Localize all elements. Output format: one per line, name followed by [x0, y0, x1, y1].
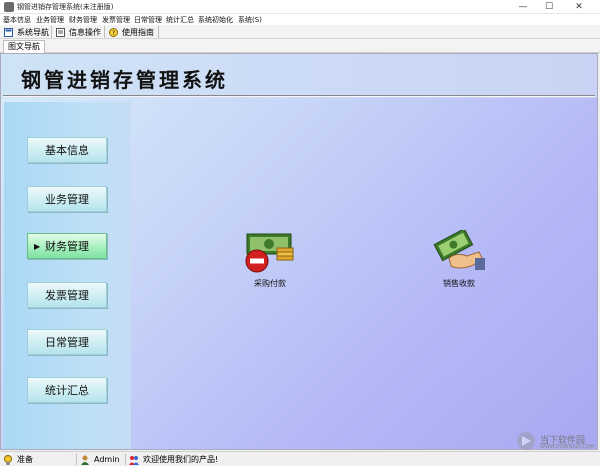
header-band: 钢管进销存管理系统: [1, 54, 597, 98]
user-icon: [80, 455, 90, 465]
status-welcome-text: 欢迎使用我们的产品!: [143, 455, 219, 464]
purchase-payment-label[interactable]: 采购付款: [240, 278, 300, 289]
info-operation-button[interactable]: 信息操作: [56, 26, 101, 38]
menu-item-finance[interactable]: 财务管理: [69, 15, 97, 25]
info-icon: [56, 27, 65, 37]
menu-bar: 基本信息 业务管理 财务管理 发票管理 日常管理 统计汇总 系统初始化 系统(S…: [0, 14, 600, 25]
nav-button-finance-label: 财务管理: [45, 240, 89, 253]
system-navigation-label: 系统导航: [17, 27, 49, 37]
menu-item-system[interactable]: 系统(S): [238, 15, 262, 25]
navigation-icon: [4, 27, 13, 37]
main-content: 钢管进销存管理系统 基本信息 业务管理 ▶ 财务管理 发票管理 日常管理 统计汇…: [0, 53, 598, 450]
user-guide-button[interactable]: ? 使用指南: [109, 26, 154, 38]
status-user-name: Admin: [94, 455, 120, 464]
purchase-payment-item[interactable]: [243, 230, 297, 274]
window-title: 钢管进销存管理系统(未注册版): [17, 3, 114, 11]
toolbar-divider: [51, 26, 52, 38]
minimize-button[interactable]: —: [510, 0, 536, 14]
users-group-icon: [129, 455, 139, 465]
purchase-payment-icon: [245, 233, 294, 273]
header-divider-highlight: [3, 96, 595, 97]
sales-receipt-item[interactable]: [431, 228, 487, 274]
help-icon: ?: [109, 27, 118, 37]
toolbar-divider: [158, 26, 159, 38]
sidebar: 基本信息 业务管理 ▶ 财务管理 发票管理 日常管理 统计汇总: [4, 102, 131, 449]
menu-item-statistics[interactable]: 统计汇总: [166, 15, 194, 25]
status-message: 欢迎使用我们的产品!: [129, 454, 218, 465]
status-divider: [76, 454, 77, 465]
app-icon: [4, 2, 14, 12]
menu-item-init[interactable]: 系统初始化: [198, 15, 233, 25]
active-marker-icon: ▶: [34, 242, 41, 251]
menu-item-basic-info[interactable]: 基本信息: [3, 15, 31, 25]
nav-button-business[interactable]: 业务管理: [27, 186, 107, 212]
status-divider: [125, 454, 126, 465]
status-text: 准备: [17, 455, 33, 464]
svg-text:?: ?: [112, 30, 115, 37]
info-operation-label: 信息操作: [69, 27, 101, 37]
title-bar: 钢管进销存管理系统(未注册版) — ☐ ✕: [0, 0, 600, 14]
status-light-icon: [3, 454, 13, 465]
page-title: 钢管进销存管理系统: [21, 68, 228, 92]
toolbar: 系统导航 信息操作 ? 使用指南: [0, 25, 600, 39]
status-ready: 准备: [3, 454, 33, 465]
tab-strip: 图文导航: [0, 39, 600, 53]
close-button[interactable]: ✕: [566, 0, 592, 14]
menu-item-invoice[interactable]: 发票管理: [102, 15, 130, 25]
user-guide-label: 使用指南: [122, 27, 154, 37]
status-user: Admin: [80, 454, 120, 465]
watermark-url: WWW.DOWNXIA.COM: [540, 444, 594, 450]
status-bar: 准备 Admin 欢迎使用我们的产品!: [0, 451, 600, 466]
menu-item-business[interactable]: 业务管理: [36, 15, 64, 25]
toolbar-divider: [104, 26, 105, 38]
nav-button-basic-info[interactable]: 基本信息: [27, 137, 107, 163]
menu-item-daily[interactable]: 日常管理: [134, 15, 162, 25]
nav-button-statistics[interactable]: 统计汇总: [27, 377, 107, 403]
maximize-button[interactable]: ☐: [536, 0, 562, 14]
tab-graphic-navigation[interactable]: 图文导航: [3, 40, 45, 53]
sales-receipt-icon: [433, 228, 485, 270]
nav-button-daily[interactable]: 日常管理: [27, 329, 107, 355]
nav-button-invoice[interactable]: 发票管理: [27, 282, 107, 308]
sales-receipt-label[interactable]: 销售收款: [429, 278, 489, 289]
nav-button-finance[interactable]: ▶ 财务管理: [27, 233, 107, 259]
system-navigation-button[interactable]: 系统导航: [4, 26, 49, 38]
